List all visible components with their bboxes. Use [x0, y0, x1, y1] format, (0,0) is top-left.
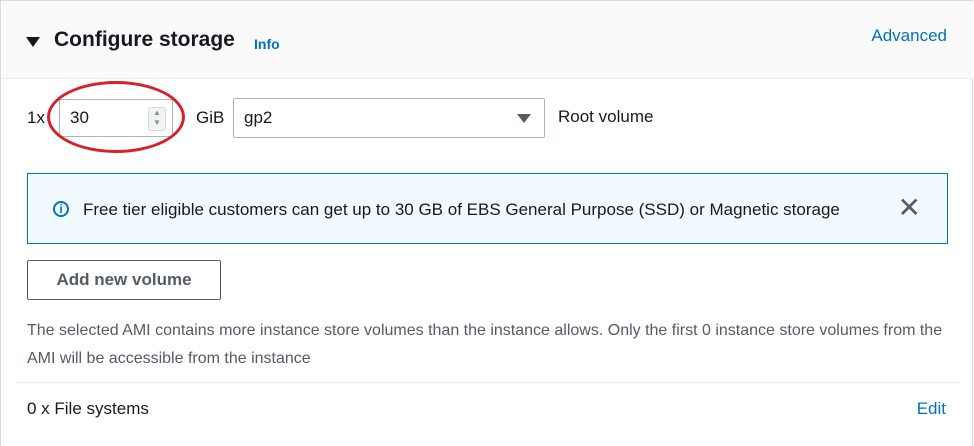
volume-count-label: 1x [27, 108, 45, 127]
size-stepper-icon[interactable]: ▲ ▼ [148, 107, 166, 131]
add-new-volume-button[interactable]: Add new volume [27, 260, 221, 300]
file-systems-label: 0 x File systems [27, 399, 149, 418]
free-tier-alert: i Free tier eligible customers can get u… [27, 173, 948, 244]
section-divider [15, 382, 960, 383]
info-link[interactable]: Info [254, 36, 280, 52]
volume-type-value: gp2 [244, 108, 273, 127]
volume-size-value: 30 [70, 108, 89, 127]
size-unit-label: GiB [196, 108, 225, 127]
info-icon: i [53, 201, 69, 217]
root-volume-label: Root volume [558, 107, 654, 126]
dropdown-caret-icon [517, 114, 531, 123]
panel-header: Configure storage Info Advanced [2, 2, 973, 79]
instance-store-notice: The selected AMI contains more instance … [27, 322, 943, 367]
configure-storage-panel: Configure storage Info Advanced 1x 30 ▲ ▼… [0, 0, 973, 446]
volume-size-input[interactable]: 30 ▲ ▼ [59, 99, 173, 137]
advanced-link[interactable]: Advanced [871, 26, 947, 46]
panel-title: Configure storage [54, 28, 235, 51]
edit-file-systems-link[interactable]: Edit [917, 399, 946, 419]
volume-type-select[interactable]: gp2 [233, 98, 545, 138]
alert-text: Free tier eligible customers can get up … [83, 200, 840, 219]
close-icon[interactable]: ✕ [898, 193, 921, 223]
collapse-caret-icon[interactable] [26, 37, 40, 47]
